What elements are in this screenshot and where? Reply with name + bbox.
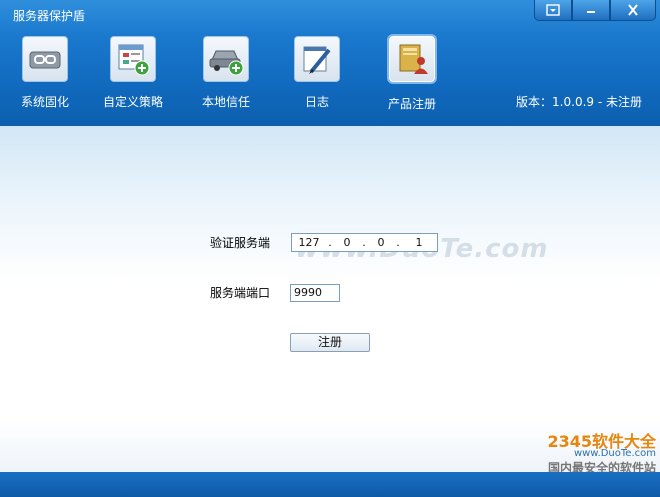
- server-label: 验证服务端: [210, 236, 271, 250]
- menu-icon: [546, 4, 560, 16]
- toolbar-icon-box: [294, 36, 340, 82]
- footer-bar: [0, 472, 660, 497]
- toolbar-label: 日志: [304, 95, 329, 109]
- chain-lock-icon: [29, 51, 61, 69]
- ip-dot: .: [328, 236, 332, 249]
- toolbar-icon-box: [389, 36, 435, 82]
- ip-dot: .: [362, 236, 366, 249]
- ip-octet-3[interactable]: 0: [368, 236, 394, 249]
- close-icon: [628, 4, 638, 16]
- register-button[interactable]: 注册: [290, 333, 370, 352]
- menu-button[interactable]: [534, 0, 572, 21]
- version-text: 版本：1.0.0.9 - 未注册: [516, 95, 642, 109]
- toolbar-item-custom-policy[interactable]: 自定义策略: [88, 36, 178, 114]
- main-toolbar: 系统固化 自定义策略 本地信任 日志 产品注册: [0, 36, 520, 116]
- minimize-icon: [587, 11, 595, 13]
- toolbar-icon-box: [203, 36, 249, 82]
- toolbar-item-local-trust[interactable]: 本地信任: [181, 36, 271, 114]
- server-ip-input[interactable]: 127 . 0 . 0 . 1: [291, 233, 438, 252]
- header-bar: 服务器保护盾 系统固化 自定义策略 本地信任 日志 产品注册 版本：1.0.0.…: [0, 0, 660, 126]
- toolbar-item-log[interactable]: 日志: [272, 36, 362, 114]
- car-add-icon: [209, 50, 244, 76]
- register-book-icon: [399, 44, 428, 74]
- toolbar-icon-box: [110, 36, 156, 82]
- toolbar-item-system-lock[interactable]: 系统固化: [0, 36, 90, 114]
- ip-octet-2[interactable]: 0: [334, 236, 360, 249]
- ip-octet-4[interactable]: 1: [402, 236, 436, 249]
- window-title: 服务器保护盾: [13, 9, 86, 23]
- toolbar-label: 产品注册: [387, 97, 436, 111]
- toolbar-label: 自定义策略: [102, 95, 163, 109]
- toolbar-item-product-register[interactable]: 产品注册: [367, 36, 457, 114]
- window-controls: [534, 0, 656, 21]
- toolbar-icon-box: [22, 36, 68, 82]
- toolbar-label: 系统固化: [20, 95, 69, 109]
- log-pen-icon: [303, 46, 331, 74]
- app-window: 服务器保护盾 系统固化 自定义策略 本地信任 日志 产品注册 版本：1.0.0.…: [0, 0, 660, 497]
- policy-add-icon: [118, 44, 150, 76]
- toolbar-label: 本地信任: [201, 95, 250, 109]
- registration-panel: www.DuoTe.com 验证服务端 127 . 0 . 0 . 1 服务端端…: [0, 126, 660, 475]
- minimize-button[interactable]: [572, 0, 610, 21]
- ip-dot: .: [396, 236, 400, 249]
- url-watermark: www.DuoTe.com: [573, 448, 656, 459]
- close-button[interactable]: [610, 0, 656, 21]
- port-input[interactable]: 9990: [290, 284, 340, 302]
- ip-octet-1[interactable]: 127: [292, 236, 326, 249]
- port-label: 服务端端口: [210, 286, 271, 300]
